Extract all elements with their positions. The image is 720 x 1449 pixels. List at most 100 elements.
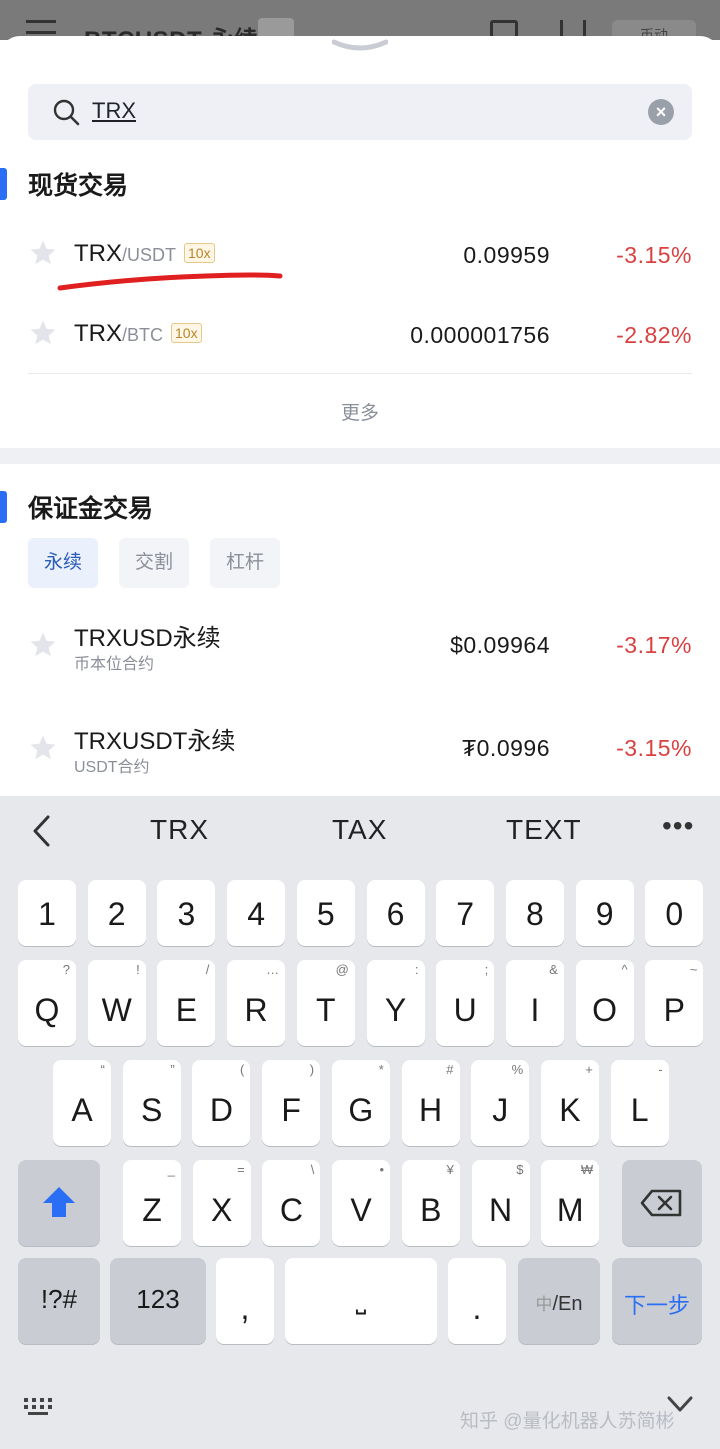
search-input[interactable]: TRX × — [28, 84, 692, 140]
clear-icon[interactable]: × — [648, 99, 674, 125]
symbols-key-label: !?# — [40, 1284, 78, 1314]
list-item[interactable]: TRX/BTC 10x 0.000001756 -2.82% — [0, 300, 720, 370]
key-t-hint: @ — [335, 962, 349, 977]
key-p[interactable]: P ~ — [645, 960, 704, 1046]
key-c-label: C — [279, 1192, 303, 1228]
key-h-label: H — [418, 1092, 443, 1128]
key-q-hint: ? — [62, 962, 70, 977]
suggestion-2[interactable]: TAX — [332, 814, 387, 846]
tab-leverage[interactable]: 杠杆 — [210, 538, 280, 588]
suggestion-3[interactable]: TEXT — [506, 814, 582, 846]
key-j[interactable]: J% — [471, 1060, 530, 1146]
comma-key[interactable]: , — [216, 1258, 274, 1344]
key-x[interactable]: X = — [192, 1160, 251, 1246]
star-icon[interactable] — [28, 630, 58, 660]
star-icon[interactable] — [28, 318, 58, 348]
star-icon[interactable] — [28, 238, 58, 268]
key-y[interactable]: Y: — [366, 960, 425, 1046]
tab-perpetual[interactable]: 永续 — [28, 538, 98, 588]
key-d[interactable]: D( — [192, 1060, 251, 1146]
change: -3.15% — [616, 242, 692, 268]
backspace-key[interactable] — [622, 1160, 702, 1246]
key-s[interactable]: S” — [122, 1060, 181, 1146]
key-z[interactable]: Z _ — [123, 1160, 181, 1246]
key-f-hint: ) — [309, 1062, 315, 1077]
more-link[interactable]: 更多 — [0, 398, 720, 425]
chevron-left-icon[interactable] — [30, 814, 54, 848]
key-l[interactable]: L- — [610, 1060, 669, 1146]
key-9[interactable]: 9 — [575, 880, 634, 946]
key-t-label: T — [316, 992, 336, 1028]
list-item[interactable]: TRXUSDT永续 USDT合约 ₮0.0996 -3.15% — [0, 717, 720, 796]
numeric-key[interactable]: 123 — [110, 1258, 206, 1344]
key-o[interactable]: O ^ — [575, 960, 634, 1046]
key-3[interactable]: 3 — [157, 880, 216, 946]
key-6-label: 6 — [386, 896, 405, 932]
key-4[interactable]: 4 — [227, 880, 286, 946]
key-m[interactable]: M ₩ — [541, 1160, 600, 1246]
shift-key[interactable] — [18, 1160, 100, 1246]
key-i-hint: & — [549, 962, 558, 977]
key-v[interactable]: V • — [332, 1160, 391, 1246]
star-icon[interactable] — [28, 733, 58, 763]
key-w[interactable]: W! — [87, 960, 146, 1046]
key-7[interactable]: 7 — [436, 880, 495, 946]
key-b[interactable]: B ¥ — [401, 1160, 460, 1246]
key-2[interactable]: 2 — [87, 880, 146, 946]
symbols-key[interactable]: !?# — [18, 1258, 100, 1344]
key-f[interactable]: F) — [262, 1060, 321, 1146]
suggestion-1[interactable]: TRX — [150, 814, 209, 846]
margin-section-title: 保证金交易 — [0, 489, 153, 525]
keyboard-icon[interactable] — [22, 1396, 56, 1418]
sheet-handle-chevron-icon[interactable] — [332, 38, 388, 54]
key-e-hint: / — [205, 962, 210, 977]
key-a-hint: “ — [100, 1062, 105, 1077]
key-w-hint: ! — [136, 962, 140, 977]
key-a[interactable]: A “ — [53, 1060, 111, 1146]
period-key[interactable]: . — [448, 1258, 506, 1344]
key-e[interactable]: E / — [157, 960, 216, 1046]
key-5-label: 5 — [316, 896, 335, 932]
key-i[interactable]: I & — [505, 960, 564, 1046]
key-u[interactable]: U; — [436, 960, 495, 1046]
key-p-hint: ~ — [689, 962, 698, 977]
tab-delivery[interactable]: 交割 — [119, 538, 189, 588]
list-item[interactable]: TRXUSD永续 币本位合约 $0.09964 -3.17% — [0, 614, 720, 694]
next-key[interactable]: 下一步 — [612, 1258, 702, 1344]
key-s-hint: ” — [170, 1062, 175, 1077]
key-m-label: M — [556, 1192, 584, 1228]
key-c[interactable]: C \ — [262, 1160, 321, 1246]
key-j-hint: % — [511, 1062, 524, 1077]
key-n[interactable]: N $ — [471, 1160, 530, 1246]
key-j-label: J — [492, 1092, 509, 1128]
key-5[interactable]: 5 — [296, 880, 355, 946]
soft-keyboard: TRX TAX TEXT ••• 1 2 3 4 5 6 7 8 9 0 Q? W! E / R… T @ Y: U… — [0, 796, 720, 1449]
key-8[interactable]: 8 — [505, 880, 564, 946]
key-1[interactable]: 1 — [18, 880, 76, 946]
key-e-label: E — [175, 992, 198, 1028]
key-6[interactable]: 6 — [366, 880, 425, 946]
key-k[interactable]: K + — [540, 1060, 599, 1146]
key-g[interactable]: G * — [331, 1060, 390, 1146]
more-suggestions-icon[interactable]: ••• — [662, 810, 694, 842]
key-h[interactable]: H # — [401, 1060, 460, 1146]
search-query[interactable]: TRX — [92, 98, 136, 124]
key-2-label: 2 — [107, 896, 126, 932]
language-switch-key[interactable]: 中/En — [518, 1258, 600, 1344]
key-r[interactable]: R… — [227, 960, 286, 1046]
leverage-badge: 10x — [184, 243, 215, 263]
key-d-label: D — [209, 1092, 233, 1128]
key-i-label: I — [530, 992, 540, 1028]
key-t[interactable]: T @ — [296, 960, 355, 1046]
price: $0.09964 — [450, 632, 550, 658]
key-0[interactable]: 0 — [645, 880, 704, 946]
key-z-hint: _ — [167, 1162, 175, 1177]
space-key[interactable]: ⎵ — [285, 1258, 437, 1344]
key-q-label: Q — [34, 992, 60, 1028]
key-p-label: P — [663, 992, 685, 1028]
key-x-hint: = — [237, 1162, 245, 1177]
key-q[interactable]: Q? — [18, 960, 76, 1046]
red-annotation-underline — [57, 272, 283, 291]
divider — [28, 373, 692, 374]
background-app-header: BTCUSDT 永续 币动 — [0, 0, 720, 40]
